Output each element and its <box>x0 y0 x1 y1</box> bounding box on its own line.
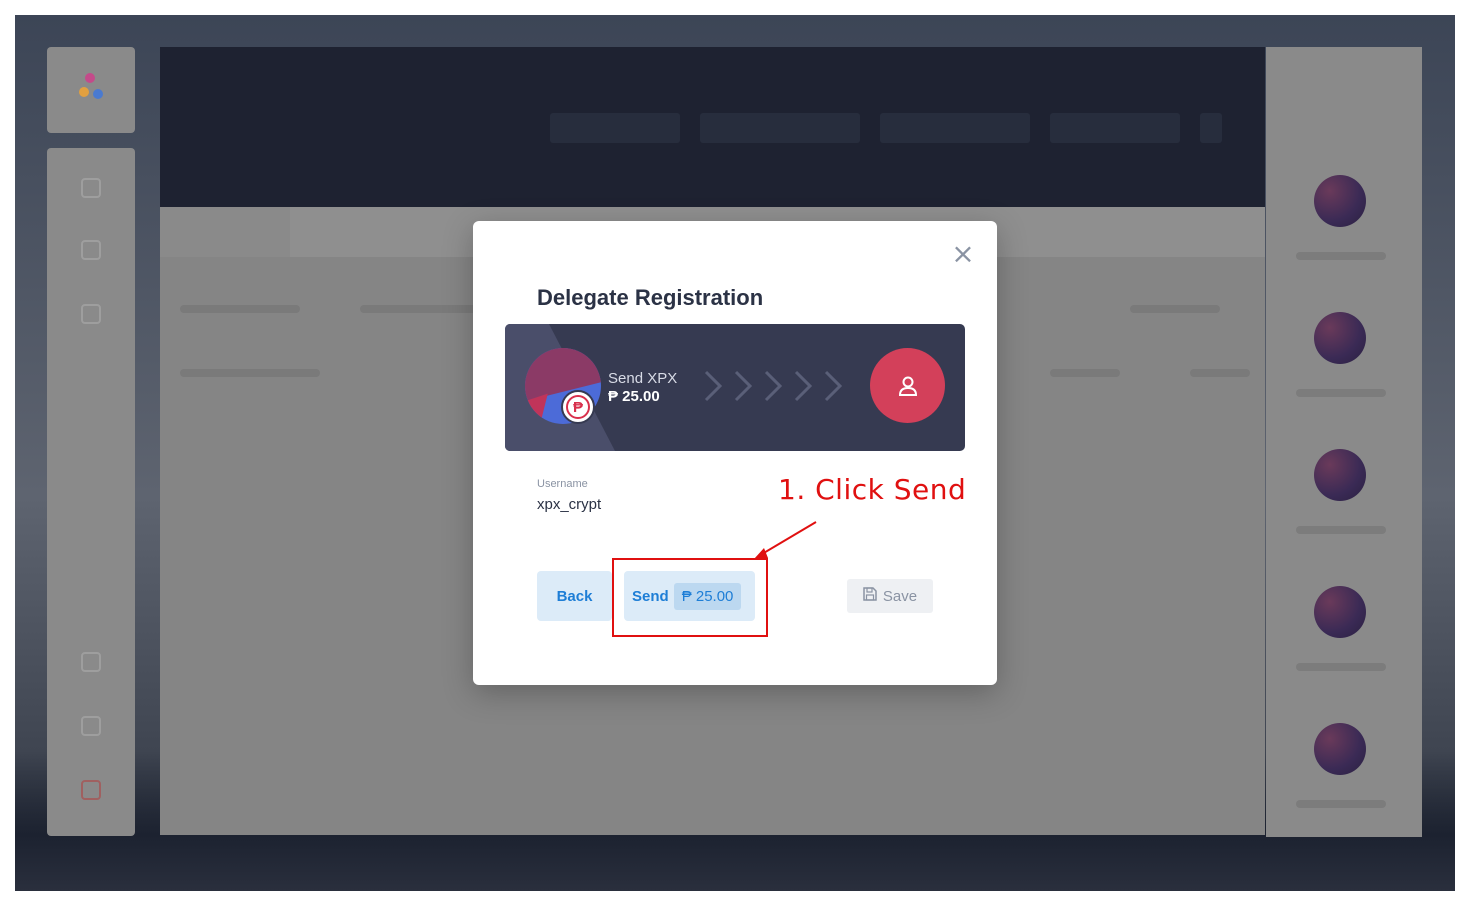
username-label: Username <box>537 478 588 490</box>
peso-icon: ₱ <box>566 395 590 419</box>
chevron-right-icon <box>702 368 726 404</box>
nav-icon <box>81 178 101 198</box>
modal-title: Delegate Registration <box>537 285 764 310</box>
chevron-right-icon <box>762 368 786 404</box>
user-icon <box>870 348 945 423</box>
save-button[interactable]: Save <box>847 579 933 613</box>
side-nav <box>47 148 135 836</box>
send-label: Send XPX <box>608 370 678 387</box>
currency-badge: ₱ <box>561 390 595 424</box>
annotation-hint: 1. Click Send <box>778 473 967 506</box>
chevron-right-icon <box>792 368 816 404</box>
annotation-highlight-box <box>612 558 768 637</box>
send-amount: ₱ 25.00 <box>608 388 660 405</box>
back-button[interactable]: Back <box>537 571 612 621</box>
nav-icon <box>81 652 101 672</box>
chevron-right-icon <box>732 368 756 404</box>
nav-icon <box>81 240 101 260</box>
chevron-right-icons <box>702 368 846 404</box>
username-value: xpx_crypt <box>537 496 602 513</box>
main-header <box>160 47 1265 207</box>
nav-icon <box>81 304 101 324</box>
save-label: Save <box>882 587 918 605</box>
nav-icon <box>81 780 101 800</box>
nav-icon <box>81 716 101 736</box>
right-rail <box>1266 47 1422 837</box>
transaction-banner: ₱ Send XPX ₱ 25.00 <box>505 324 965 451</box>
app-logo <box>47 47 135 133</box>
save-icon <box>863 587 877 605</box>
close-icon[interactable]: × <box>951 240 975 268</box>
chevron-right-icon <box>822 368 846 404</box>
